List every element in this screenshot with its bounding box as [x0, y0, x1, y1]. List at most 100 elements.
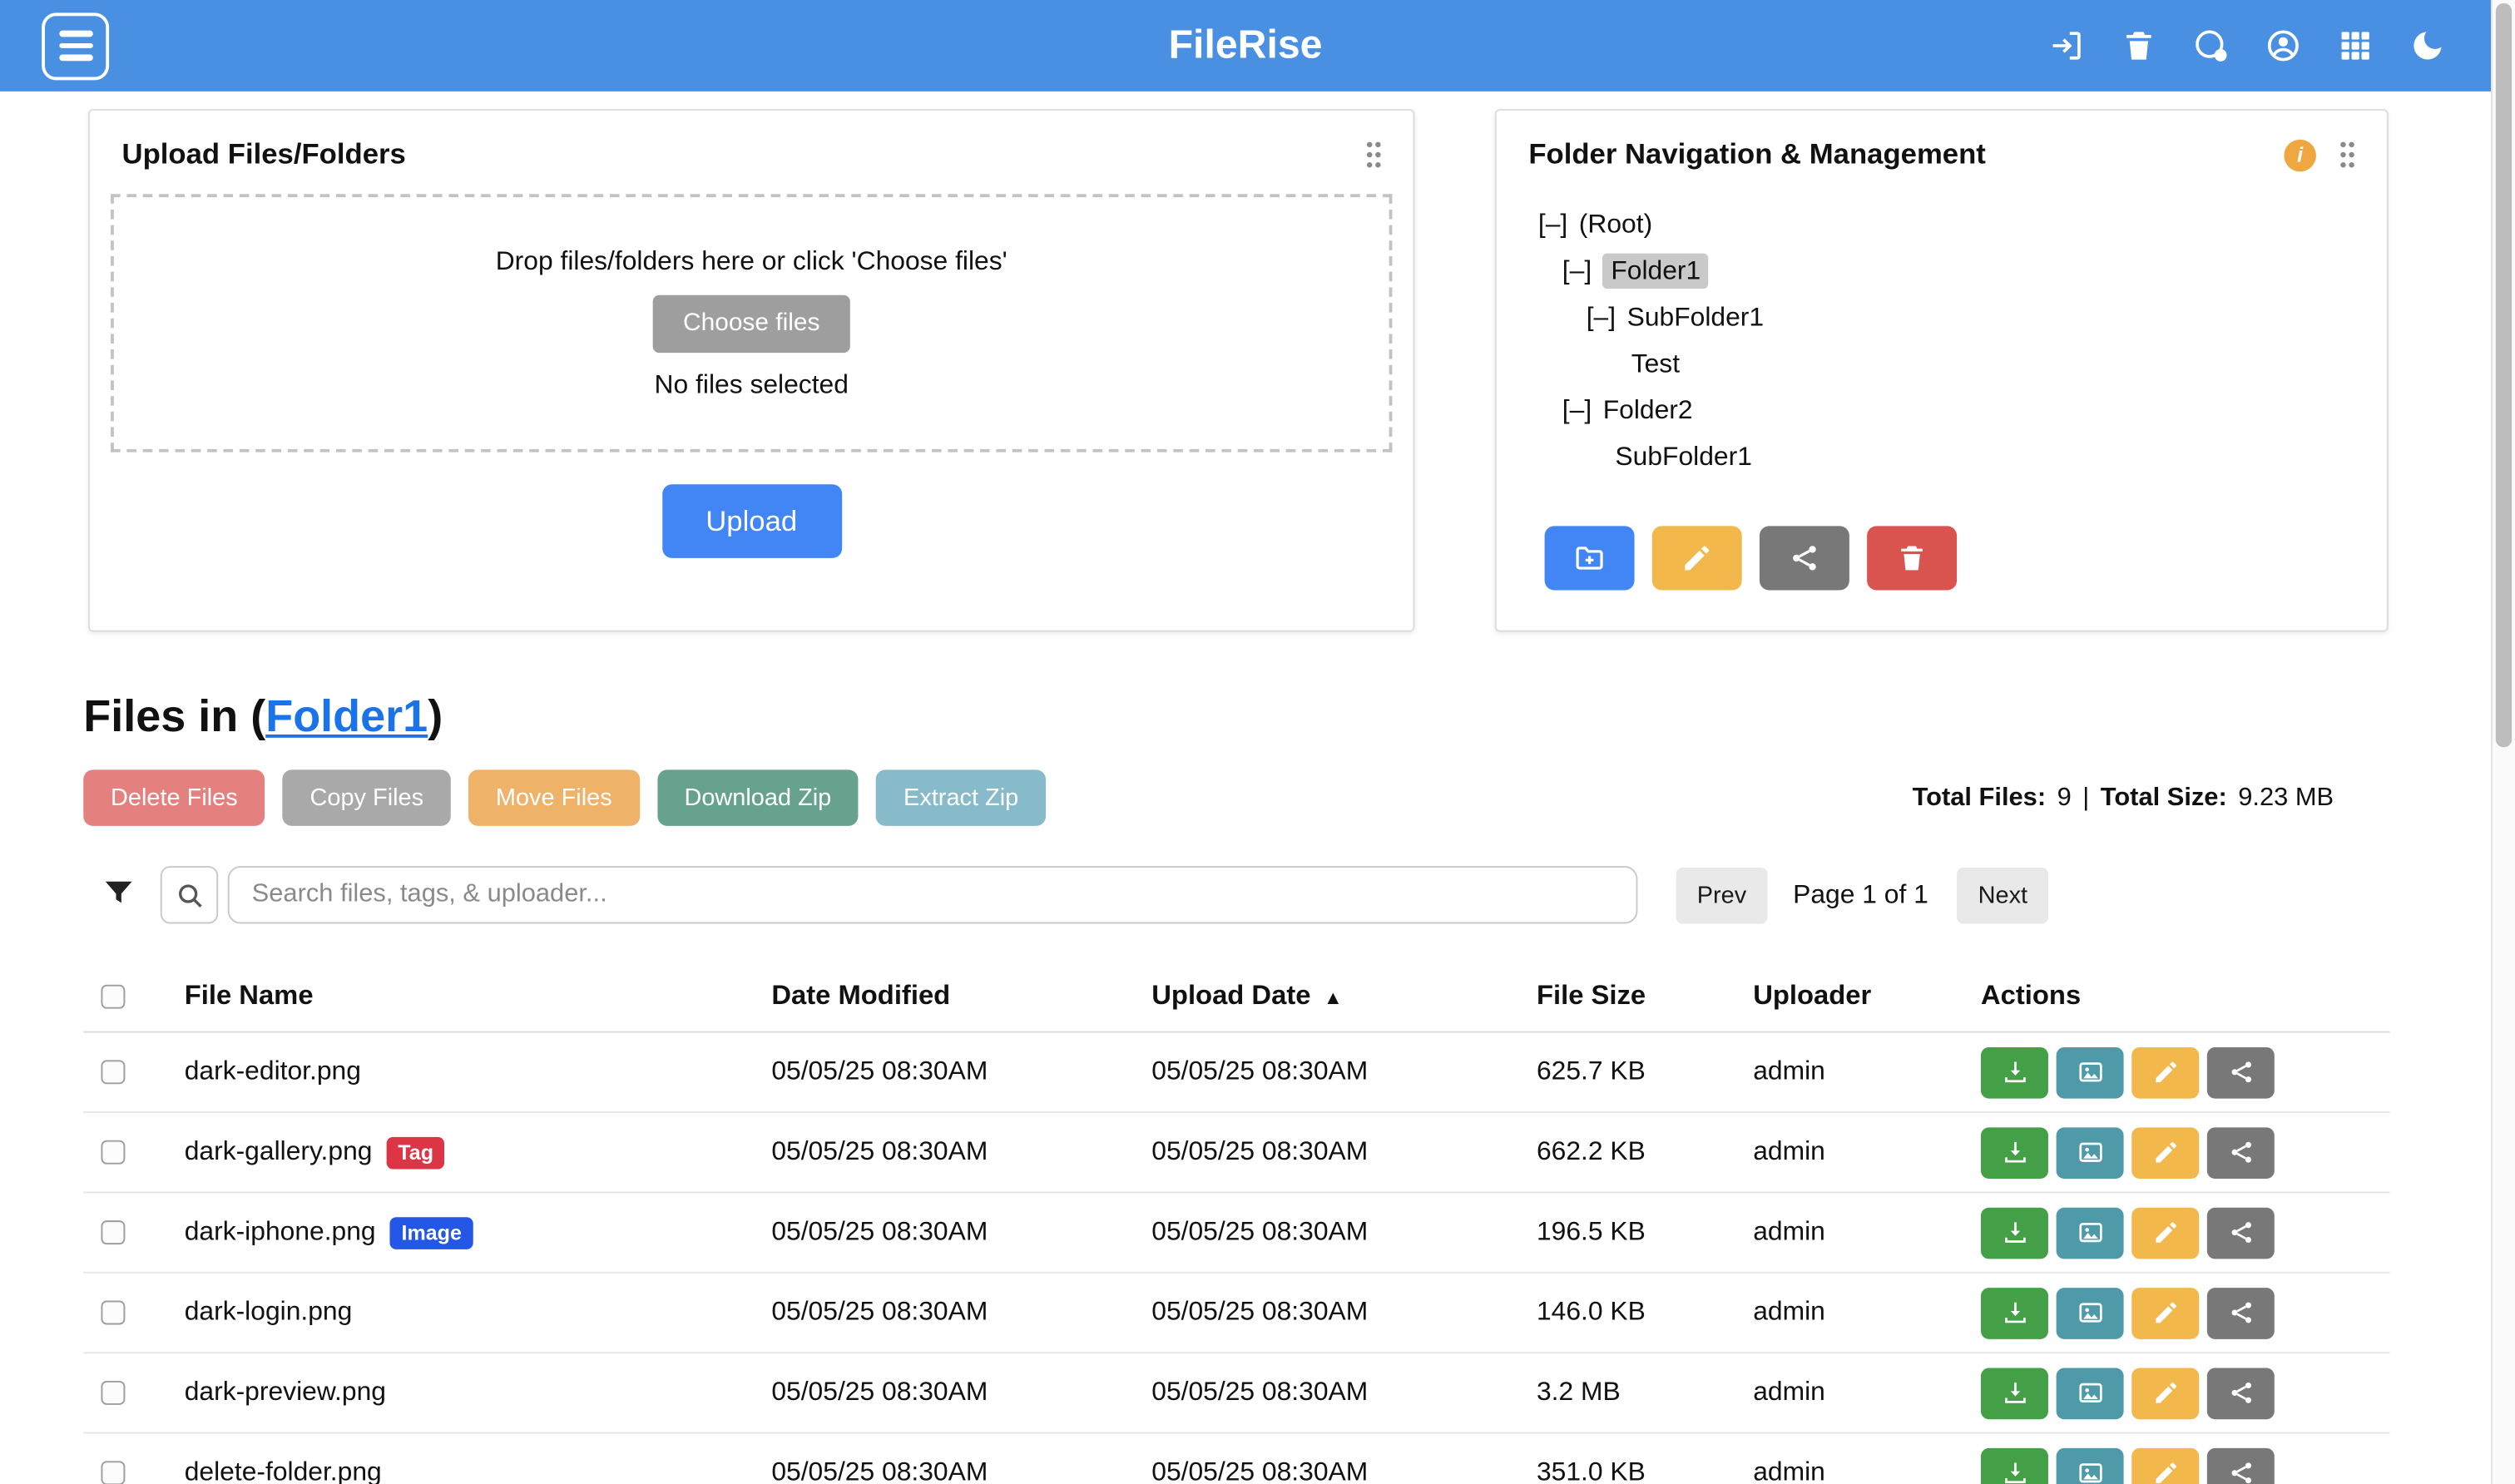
folder-action-buttons [1545, 526, 2387, 590]
drag-handle-icon[interactable] [2337, 140, 2358, 171]
share-file-button[interactable] [2207, 1368, 2275, 1419]
row-checkbox[interactable] [101, 1060, 125, 1084]
folder-tree: [–](Root) [–]Folder1 [–]SubFolder1 Test … [1497, 189, 2387, 481]
download-button[interactable] [1981, 1046, 2048, 1098]
folder-card-header: Folder Navigation & Management [1497, 111, 2387, 189]
current-folder-link[interactable]: Folder1 [265, 691, 428, 741]
tree-item-subfolder1-2[interactable]: SubFolder1 [1497, 434, 2387, 481]
trash-button[interactable] [2119, 27, 2157, 65]
file-name[interactable]: delete-folder.png [185, 1457, 382, 1484]
upload-date: 05/05/25 08:30AM [1151, 1217, 1537, 1248]
upload-dropzone[interactable]: Drop files/folders here or click 'Choose… [111, 194, 1392, 452]
uploader: admin [1753, 1057, 1981, 1088]
account-button[interactable] [2263, 27, 2301, 65]
row-checkbox[interactable] [101, 1381, 125, 1405]
share-file-button[interactable] [2207, 1287, 2275, 1338]
funnel-icon [101, 876, 136, 911]
column-header-upload-date[interactable]: Upload Date▲ [1151, 980, 1537, 1012]
delete-files-button[interactable]: Delete Files [83, 769, 265, 825]
column-header-file-name[interactable]: File Name [168, 980, 771, 1012]
download-button[interactable] [1981, 1368, 2048, 1419]
share-folder-button[interactable] [1760, 526, 1849, 590]
file-name[interactable]: dark-iphone.png [185, 1217, 376, 1248]
selected-folder[interactable]: Folder1 [1603, 254, 1709, 289]
preview-image-button[interactable] [2057, 1126, 2124, 1178]
rename-folder-button[interactable] [1652, 526, 1742, 590]
header-icon-group [2047, 27, 2446, 65]
tree-item-subfolder1[interactable]: [–]SubFolder1 [1497, 295, 2387, 342]
prev-page-button[interactable]: Prev [1676, 867, 1768, 923]
top-cards: Upload Files/Folders Drop files/folders … [0, 92, 2491, 632]
menu-button[interactable] [42, 12, 109, 79]
select-all-checkbox[interactable] [101, 984, 125, 1008]
preview-image-button[interactable] [2057, 1287, 2124, 1338]
file-name[interactable]: dark-preview.png [185, 1378, 386, 1408]
create-folder-button[interactable] [1545, 526, 1635, 590]
file-name[interactable]: dark-login.png [185, 1298, 353, 1328]
column-header-file-size[interactable]: File Size [1537, 980, 1753, 1012]
drag-handle-icon[interactable] [1364, 140, 1384, 171]
share-file-button[interactable] [2207, 1046, 2275, 1098]
file-name[interactable]: dark-editor.png [185, 1057, 361, 1088]
move-files-button[interactable]: Move Files [468, 769, 639, 825]
choose-files-button[interactable]: Choose files [652, 294, 850, 352]
file-name[interactable]: dark-gallery.png [185, 1137, 373, 1168]
rename-file-button[interactable] [2131, 1046, 2199, 1098]
rename-file-button[interactable] [2131, 1368, 2199, 1419]
scrollbar-thumb[interactable] [2496, 3, 2512, 748]
upload-button[interactable]: Upload [661, 484, 841, 558]
search-input[interactable] [228, 866, 1638, 923]
date-modified: 05/05/25 08:30AM [771, 1217, 1151, 1248]
row-checkbox[interactable] [101, 1220, 125, 1244]
rename-file-button[interactable] [2131, 1207, 2199, 1259]
usage-button[interactable] [2191, 27, 2230, 65]
upload-date: 05/05/25 08:30AM [1151, 1378, 1537, 1408]
tree-item-folder1[interactable]: [–]Folder1 [1497, 249, 2387, 295]
pencil-icon [2151, 1058, 2179, 1086]
preview-image-button[interactable] [2057, 1368, 2124, 1419]
share-file-button[interactable] [2207, 1447, 2275, 1484]
copy-files-button[interactable]: Copy Files [283, 769, 451, 825]
tree-item-folder2[interactable]: [–]Folder2 [1497, 388, 2387, 435]
download-button[interactable] [1981, 1447, 2048, 1484]
column-header-actions: Actions [1981, 980, 2390, 1012]
search-button[interactable] [161, 866, 218, 923]
rename-file-button[interactable] [2131, 1126, 2199, 1178]
share-file-button[interactable] [2207, 1126, 2275, 1178]
row-checkbox[interactable] [101, 1140, 125, 1165]
grid-view-button[interactable] [2335, 27, 2374, 65]
rename-file-button[interactable] [2131, 1447, 2199, 1484]
tree-item-root[interactable]: [–](Root) [1497, 202, 2387, 249]
share-icon [2227, 1379, 2255, 1407]
table-row: delete-folder.png 05/05/25 08:30AM 05/05… [83, 1434, 2389, 1484]
delete-folder-button[interactable] [1867, 526, 1957, 590]
rename-file-button[interactable] [2131, 1287, 2199, 1338]
logout-button[interactable] [2047, 27, 2085, 65]
preview-image-button[interactable] [2057, 1447, 2124, 1484]
preview-image-button[interactable] [2057, 1207, 2124, 1259]
tree-item-test[interactable]: Test [1497, 342, 2387, 388]
uploader: admin [1753, 1378, 1981, 1408]
filter-button[interactable] [100, 876, 138, 914]
share-file-button[interactable] [2207, 1207, 2275, 1259]
download-button[interactable] [1981, 1287, 2048, 1338]
download-button[interactable] [1981, 1126, 2048, 1178]
page-status: Page 1 of 1 [1793, 879, 1928, 910]
row-checkbox[interactable] [101, 1461, 125, 1484]
row-checkbox[interactable] [101, 1301, 125, 1325]
column-header-uploader[interactable]: Uploader [1753, 980, 1981, 1012]
next-page-button[interactable]: Next [1958, 867, 2049, 923]
uploader: admin [1753, 1298, 1981, 1328]
column-header-date-modified[interactable]: Date Modified [771, 980, 1151, 1012]
download-zip-button[interactable]: Download Zip [657, 769, 859, 825]
dark-mode-button[interactable] [2408, 27, 2446, 65]
page-scrollbar[interactable] [2491, 0, 2515, 1484]
totals-divider: | [2082, 784, 2089, 813]
info-icon[interactable] [2284, 139, 2316, 171]
table-row: dark-login.png 05/05/25 08:30AM 05/05/25… [83, 1274, 2389, 1353]
table-row: dark-gallery.pngTag 05/05/25 08:30AM 05/… [83, 1113, 2389, 1193]
download-button[interactable] [1981, 1207, 2048, 1259]
row-actions [1981, 1046, 2390, 1098]
preview-image-button[interactable] [2057, 1046, 2124, 1098]
extract-zip-button[interactable]: Extract Zip [876, 769, 1046, 825]
